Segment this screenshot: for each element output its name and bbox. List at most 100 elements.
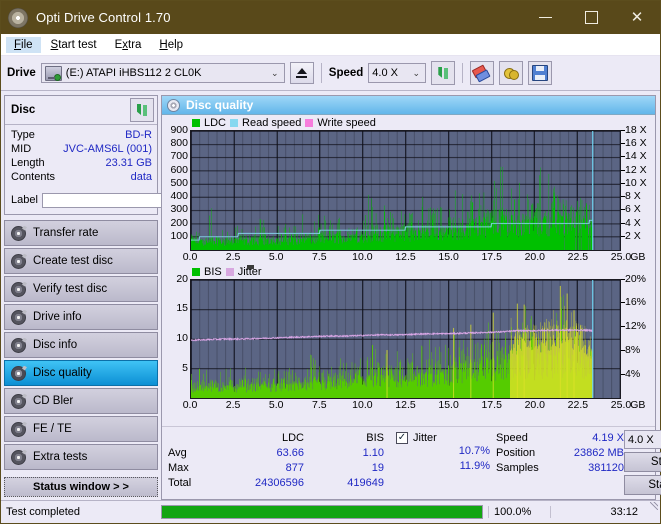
drive-select[interactable]: (E:) ATAPI iHBS112 2 CL0K ⌄ (40, 63, 285, 83)
stats-avg-bis: 1.10 (362, 446, 384, 459)
title-bar: Opti Drive Control 1.70 ✕ (1, 1, 660, 34)
app-window: Opti Drive Control 1.70 ✕ File Start tes… (0, 0, 661, 524)
disc-icon (11, 281, 26, 297)
axis-tick-label: 16% (625, 296, 647, 309)
status-window-button[interactable]: Status window > > (4, 477, 158, 497)
jitter-checkbox[interactable]: ✓ (396, 431, 408, 444)
sidebar: Disc Type BD-R MID JVC-AMS6L (001) Lengt… (1, 91, 251, 500)
menu-item-file[interactable]: File (6, 36, 41, 53)
legend-swatch-ldc (192, 119, 200, 127)
axis-tick-label: 10 (176, 332, 188, 345)
save-button[interactable] (528, 61, 553, 85)
disc-length-label: Length (11, 157, 45, 169)
eject-button[interactable] (289, 62, 314, 84)
legend-label-bis: BIS (204, 265, 222, 278)
start-part-button[interactable]: Start part (624, 475, 661, 495)
sidebar-item-fe-te[interactable]: FE / TE (4, 416, 158, 442)
jitter-header: ✓ Jitter (396, 430, 496, 445)
disc-quality-header: Disc quality (162, 96, 655, 115)
eraser-icon (471, 63, 493, 83)
refresh-button[interactable] (431, 61, 456, 85)
measurement-column: Speed 4.19 X Position 23862 MB Samples 3… (496, 430, 624, 495)
refresh-icon (135, 103, 149, 117)
axis-tick-label: 20 (176, 272, 188, 285)
minimize-button[interactable] (522, 1, 568, 34)
stats-table: LDC BIS Avg 63.66 1.10 Max 877 19 Total … (168, 430, 396, 495)
settings-button[interactable] (499, 61, 524, 85)
axis-tick-label: 10.0 (352, 250, 373, 263)
bis-plot-wrap: 5 10 15 20 4% 8% 12% 16% 20% (162, 273, 655, 400)
ldc-x-axis: 0.0 2.5 5.0 7.5 10.0 12.5 15.0 17.5 20.0 22.5 25.0… (183, 250, 646, 265)
menu-item-help[interactable]: Help (151, 37, 191, 53)
sidebar-item-verify-test-disc[interactable]: Verify test disc (4, 276, 158, 302)
sidebar-item-label: Disc quality (33, 367, 92, 379)
axis-tick-label: 4 X (625, 216, 641, 229)
disc-panel-header: Disc (5, 96, 157, 125)
sidebar-item-drive-info[interactable]: Drive info (4, 304, 158, 330)
test-speed-select[interactable]: 4.0 X ⌄ (624, 430, 661, 449)
axis-tick-label: 800 (170, 137, 188, 150)
sidebar-item-disc-info[interactable]: Disc info (4, 332, 158, 358)
start-full-button[interactable]: Start full (624, 452, 661, 472)
menu-item-extra[interactable]: Extra (107, 37, 150, 53)
disc-type-label: Type (11, 129, 35, 141)
stats-row-total: Total 24306596 419649 (168, 475, 396, 490)
sidebar-item-extra-tests[interactable]: Extra tests (4, 444, 158, 470)
axis-tick-label: 5.0 (268, 250, 284, 263)
stats-max-bis: 19 (371, 461, 384, 474)
disc-icon (11, 309, 26, 325)
maximize-button[interactable] (568, 1, 614, 34)
legend-swatch-write-speed (305, 119, 314, 127)
sidebar-item-create-test-disc[interactable]: Create test disc (4, 248, 158, 274)
status-bar: Test completed 100.0% 33:12 (1, 500, 660, 523)
sidebar-item-label: Create test disc (33, 255, 113, 267)
axis-tick (621, 182, 625, 184)
axis-unit-label: GB (630, 399, 646, 412)
axis-tick-label: 900 (170, 124, 188, 136)
legend-swatch-bis (192, 267, 200, 276)
disc-label-caption: Label (11, 194, 38, 206)
stats-header-ldc: LDC (281, 431, 304, 444)
position-row: Position 23862 MB (496, 445, 624, 460)
axis-tick-label: 20% (625, 272, 647, 285)
disc-row-mid: MID JVC-AMS6L (001) (11, 142, 152, 156)
sidebar-item-transfer-rate[interactable]: Transfer rate (4, 220, 158, 246)
chevron-down-icon: ⌄ (271, 67, 279, 78)
axis-tick (621, 196, 625, 198)
jitter-avg-value: 10.7% (458, 445, 490, 457)
sidebar-item-label: CD Bler (33, 395, 74, 407)
bis-plot-area (190, 278, 621, 400)
bis-y-axis-right: 4% 8% 12% 16% 20% (621, 273, 655, 400)
speed-row: Speed 4.19 X (496, 430, 624, 445)
stats-header-bis: BIS (366, 431, 384, 444)
axis-tick-label: 2 X (625, 229, 641, 242)
axis-tick-label: 22.5 (567, 250, 589, 263)
axis-tick-label: 600 (170, 163, 188, 176)
bis-legend: BIS Jitter (162, 264, 655, 279)
stats-header-row: LDC BIS (168, 430, 396, 445)
disc-icon (11, 337, 26, 353)
speed-label: Speed (496, 431, 528, 444)
stats-row-max: Max 877 19 (168, 460, 396, 475)
sidebar-item-disc-quality[interactable]: Disc quality (4, 360, 158, 386)
refresh-icon (436, 66, 450, 80)
close-button[interactable]: ✕ (614, 1, 660, 34)
speed-select[interactable]: 4.0 X ⌄ (368, 63, 427, 83)
menu-item-start-test[interactable]: Start test (43, 37, 105, 53)
axis-tick (621, 169, 625, 171)
chemical-icon (503, 66, 520, 80)
disc-panel-title: Disc (11, 104, 36, 116)
axis-unit-label: GB (630, 250, 646, 263)
samples-row: Samples 381120 (496, 460, 624, 475)
stats-total-bis: 419649 (347, 476, 384, 489)
axis-tick-label: 4% (625, 367, 641, 380)
sidebar-item-cd-bler[interactable]: CD Bler (4, 388, 158, 414)
axis-tick-label: 15.0 (438, 399, 459, 412)
erase-button[interactable] (470, 61, 495, 85)
disc-refresh-button[interactable] (130, 98, 154, 122)
window-controls: ✕ (522, 1, 660, 34)
stats-row-label: Max (168, 461, 189, 474)
stats-row-label: Avg (168, 446, 187, 459)
disc-icon (11, 393, 26, 409)
legend-swatch-jitter (225, 267, 234, 276)
